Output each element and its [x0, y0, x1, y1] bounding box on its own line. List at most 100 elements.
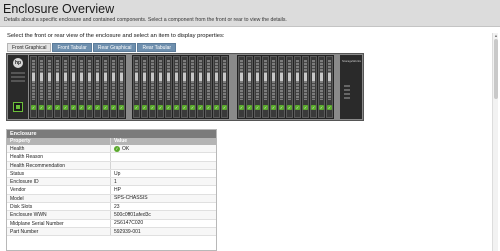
- check-icon: ✓: [111, 105, 116, 110]
- view-tabs: Front Graphical Front Tabular Rear Graph…: [7, 43, 177, 52]
- vent-icon: [11, 80, 25, 82]
- property-value-cell: 592939-001: [111, 228, 216, 235]
- column-header-value: Value: [114, 138, 128, 144]
- led-icon: [344, 89, 350, 91]
- check-icon: ✓: [190, 105, 195, 110]
- drive-bay[interactable]: ✓: [141, 56, 148, 118]
- drive-bay[interactable]: ✓: [310, 56, 317, 118]
- drive-bay[interactable]: ✓: [173, 56, 180, 118]
- vertical-scrollbar[interactable]: ▲: [492, 33, 498, 251]
- property-value-cell: 2S6147C020: [111, 220, 216, 227]
- enclosure-front-graphic[interactable]: hp ✓ ✓ ✓ ✓ ✓ ✓ ✓ ✓ ✓ ✓ ✓ ✓ ✓ ✓ ✓ ✓ ✓ ✓ ✓ ✓ ✓ ✓ ✓ ✓ ✓ ✓ ✓ ✓ ✓ ✓ ✓ ✓ ✓ ✓ ✓…: [6, 53, 364, 121]
- drive-label-tag: [320, 73, 323, 81]
- property-name: Enclosure ID: [7, 178, 111, 186]
- drive-label-tag: [248, 73, 251, 81]
- drive-bay[interactable]: ✓: [38, 56, 45, 118]
- property-value-cell: Up: [111, 170, 216, 177]
- drive-bay[interactable]: ✓: [197, 56, 204, 118]
- drive-bay[interactable]: ✓: [181, 56, 188, 118]
- property-name: Disk Slots: [7, 203, 111, 211]
- drive-label-tag: [151, 73, 154, 81]
- drive-bay[interactable]: ✓: [157, 56, 164, 118]
- property-name: Health Recommendation: [7, 161, 111, 169]
- property-value: HP: [114, 187, 121, 194]
- enclosure-status-icon[interactable]: [13, 102, 23, 112]
- drive-label-tag: [32, 73, 35, 81]
- table-row: Health Reason: [7, 153, 216, 162]
- drive-bay[interactable]: ✓: [54, 56, 61, 118]
- drive-bay[interactable]: ✓: [286, 56, 293, 118]
- property-name: Midplane Serial Number: [7, 219, 111, 227]
- table-row: Health ✓ OK: [7, 145, 216, 154]
- check-icon: ✓: [319, 105, 324, 110]
- enclosure-left-ear[interactable]: hp: [8, 55, 28, 119]
- drive-label-tag: [143, 73, 146, 81]
- tab-rear-graphical[interactable]: Rear Graphical: [92, 43, 137, 52]
- drive-bay[interactable]: ✓: [189, 56, 196, 118]
- tab-rear-tabular[interactable]: Rear Tabular: [137, 43, 177, 52]
- check-icon: ✓: [79, 105, 84, 110]
- drive-bay[interactable]: ✓: [221, 56, 228, 118]
- drive-label-tag: [88, 73, 91, 81]
- drive-bay[interactable]: ✓: [133, 56, 140, 118]
- drive-label-tag: [199, 73, 202, 81]
- property-name: Vendor: [7, 186, 111, 194]
- drive-bay[interactable]: ✓: [110, 56, 117, 118]
- drive-bay[interactable]: ✓: [86, 56, 93, 118]
- table-row: Model SPS-CHASSIS: [7, 194, 216, 204]
- drive-bay[interactable]: ✓: [270, 56, 277, 118]
- drive-bay[interactable]: ✓: [46, 56, 53, 118]
- led-icon: [344, 93, 350, 95]
- page-description: Details about a specific enclosure and c…: [4, 17, 287, 23]
- property-value-cell: HP: [111, 186, 216, 193]
- check-icon: ✓: [39, 105, 44, 110]
- tab-front-graphical[interactable]: Front Graphical: [7, 43, 52, 52]
- drive-label-tag: [40, 73, 43, 81]
- drive-label-tag: [159, 73, 162, 81]
- drive-bay[interactable]: ✓: [278, 56, 285, 118]
- drive-bay[interactable]: ✓: [149, 56, 156, 118]
- check-icon: ✓: [71, 105, 76, 110]
- drive-bay[interactable]: ✓: [254, 56, 261, 118]
- drive-bay[interactable]: ✓: [326, 56, 333, 118]
- drive-bay[interactable]: ✓: [30, 56, 37, 118]
- enclosure-right-ear[interactable]: StorageWorks: [340, 55, 362, 119]
- drive-bay[interactable]: ✓: [118, 56, 125, 118]
- property-name: Status: [7, 169, 111, 178]
- drive-bay[interactable]: ✓: [318, 56, 325, 118]
- drive-bay[interactable]: ✓: [62, 56, 69, 118]
- property-value: 1: [114, 178, 117, 185]
- drive-bay[interactable]: ✓: [94, 56, 101, 118]
- drive-bay[interactable]: ✓: [213, 56, 220, 118]
- property-name: Health: [7, 145, 111, 153]
- scroll-up-icon[interactable]: ▲: [493, 33, 499, 38]
- drive-label-tag: [288, 73, 291, 81]
- scrollbar-thumb[interactable]: [494, 39, 498, 99]
- table-row: Disk Slots 23: [7, 203, 216, 212]
- hp-logo-icon: hp: [13, 58, 23, 68]
- check-icon: ✓: [327, 105, 332, 110]
- drive-bay[interactable]: ✓: [294, 56, 301, 118]
- drive-label-tag: [223, 73, 226, 81]
- page-header: Enclosure Overview Details about a speci…: [0, 0, 500, 27]
- drive-bay[interactable]: ✓: [165, 56, 172, 118]
- table-row: Health Recommendation: [7, 161, 216, 170]
- drive-bay[interactable]: ✓: [78, 56, 85, 118]
- drive-bay[interactable]: ✓: [246, 56, 253, 118]
- check-icon: ✓: [47, 105, 52, 110]
- drive-label-tag: [167, 73, 170, 81]
- drive-bay[interactable]: ✓: [238, 56, 245, 118]
- drive-bay[interactable]: ✓: [70, 56, 77, 118]
- drive-bay[interactable]: ✓: [262, 56, 269, 118]
- check-icon: ✓: [174, 105, 179, 110]
- check-icon: ✓: [95, 105, 100, 110]
- property-value-cell: 23: [111, 203, 216, 210]
- property-value-cell: 500c0ff01afed3c: [111, 211, 216, 218]
- drive-bay[interactable]: ✓: [302, 56, 309, 118]
- drive-bay[interactable]: ✓: [205, 56, 212, 118]
- property-name: Part Number: [7, 227, 111, 236]
- check-icon: ✓: [55, 105, 60, 110]
- check-icon: ✓: [142, 105, 147, 110]
- drive-bay[interactable]: ✓: [102, 56, 109, 118]
- tab-front-tabular[interactable]: Front Tabular: [52, 43, 92, 52]
